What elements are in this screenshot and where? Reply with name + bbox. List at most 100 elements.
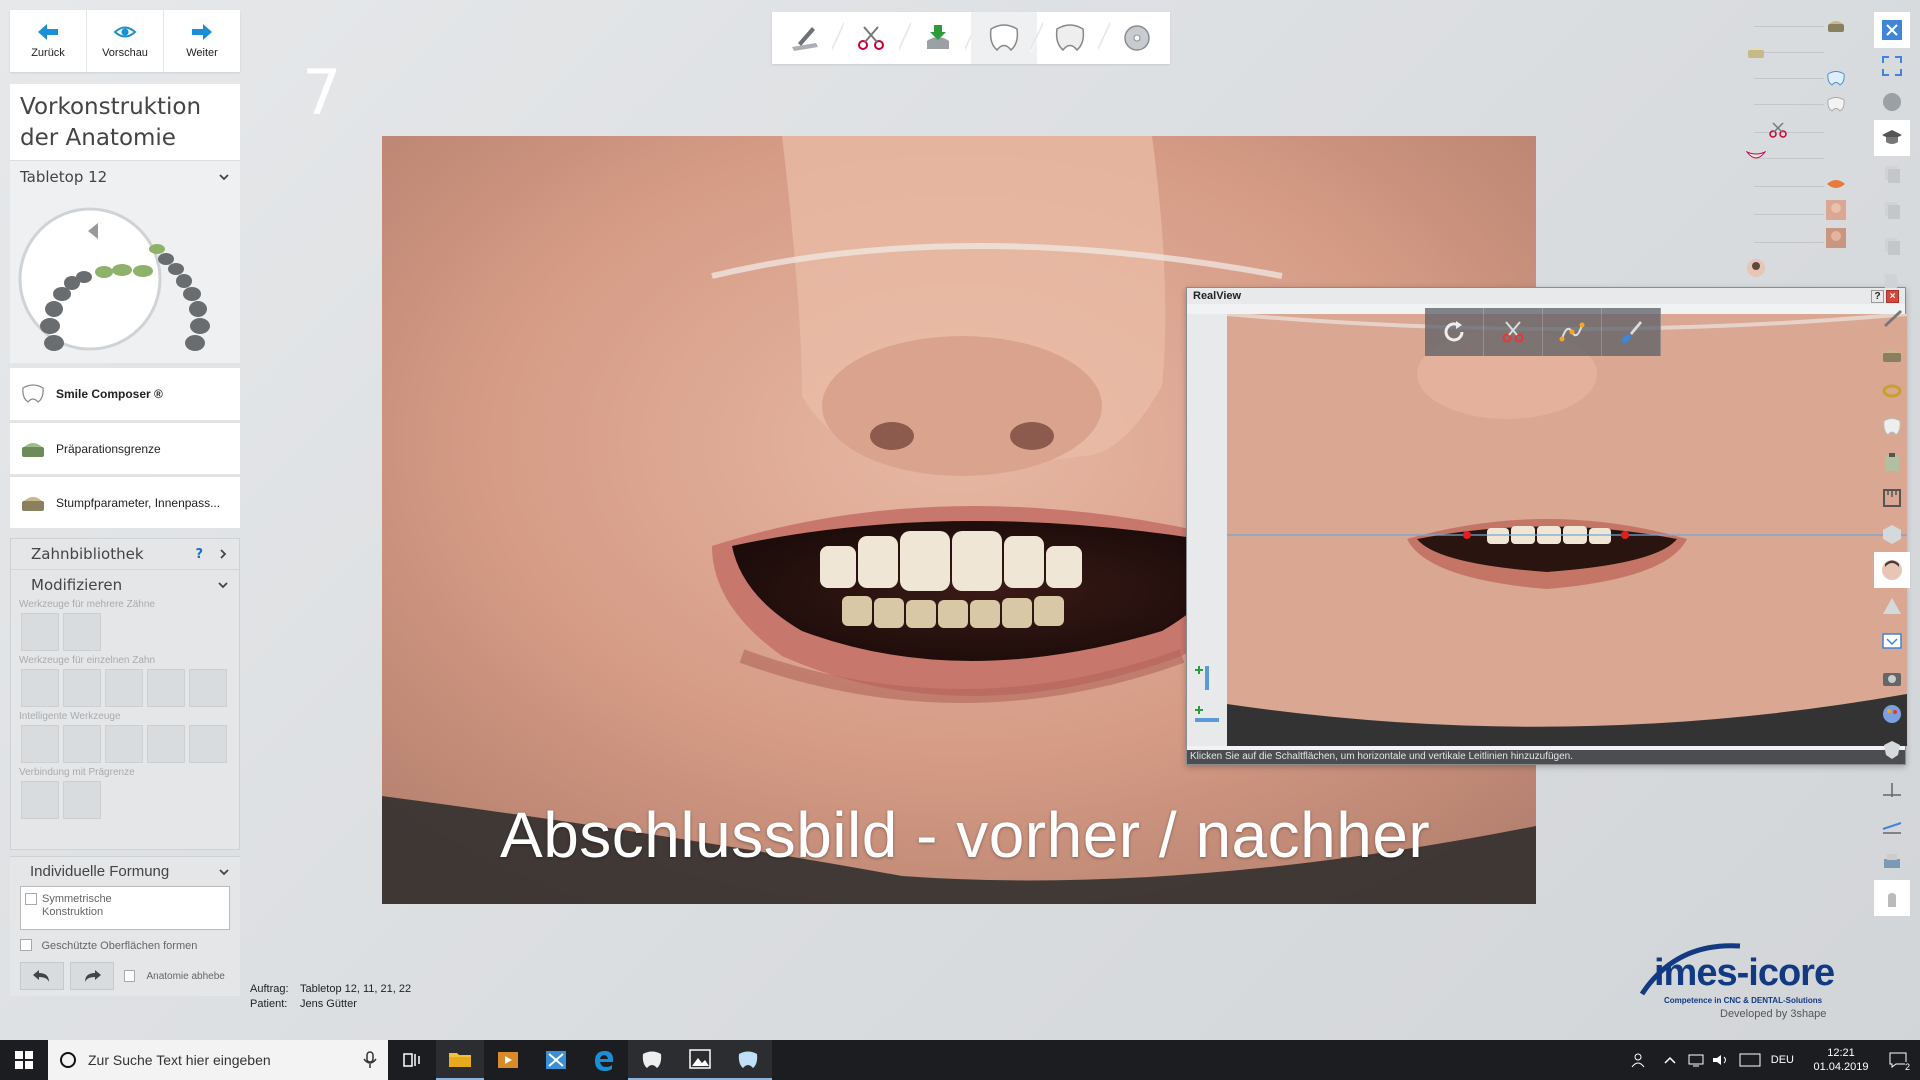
chevron-right-icon xyxy=(220,549,227,559)
redo-button[interactable] xyxy=(69,962,114,990)
file-explorer-button[interactable] xyxy=(436,1040,484,1080)
single-tool-button[interactable] xyxy=(147,669,185,707)
line-tool-button[interactable] xyxy=(1874,808,1910,844)
refresh-button[interactable] xyxy=(1425,308,1484,356)
texture-button[interactable] xyxy=(1874,696,1910,732)
smart-tool-button[interactable] xyxy=(105,725,143,763)
tooth-library-row[interactable]: Zahnbibliothek ? xyxy=(11,539,239,569)
copy-button[interactable] xyxy=(1874,156,1910,192)
single-tool-button[interactable] xyxy=(63,669,101,707)
action-center-button[interactable]: 2 xyxy=(1876,1040,1920,1080)
education-button[interactable] xyxy=(1874,120,1910,156)
slider-track[interactable] xyxy=(1754,132,1824,133)
workflow-margin-line[interactable]: Präparationsgrenze xyxy=(10,422,240,474)
single-tool-button[interactable] xyxy=(105,669,143,707)
design-step-button[interactable] xyxy=(970,12,1044,64)
slider-track[interactable] xyxy=(1754,26,1824,27)
clock[interactable]: 12:21 01.04.2019 xyxy=(1806,1046,1876,1074)
tabletop-dropdown[interactable]: Tabletop 12 xyxy=(10,161,240,193)
brush-button[interactable] xyxy=(1602,308,1661,356)
app-button[interactable] xyxy=(532,1040,580,1080)
keyboard-icon[interactable] xyxy=(1739,1053,1761,1067)
slider-track[interactable] xyxy=(1754,214,1824,215)
language-indicator[interactable]: DEU xyxy=(1771,1054,1794,1066)
taskbar-search[interactable]: Zur Suche Text hier eingeben xyxy=(48,1040,388,1080)
protected-checkbox[interactable] xyxy=(20,938,32,951)
network-icon[interactable] xyxy=(1687,1053,1705,1067)
workflow-smile-composer[interactable]: Smile Composer ® xyxy=(10,368,240,420)
display-button[interactable] xyxy=(1874,624,1910,660)
smart-tool-button[interactable] xyxy=(189,725,227,763)
multi-tool-button[interactable] xyxy=(21,613,59,651)
slider-track[interactable] xyxy=(1754,78,1824,79)
single-tool-button[interactable] xyxy=(189,669,227,707)
copy-button[interactable] xyxy=(1874,264,1910,300)
start-button[interactable] xyxy=(0,1040,48,1080)
multi-tool-button[interactable] xyxy=(63,613,101,651)
photos-button[interactable] xyxy=(676,1040,724,1080)
scan-step-button[interactable] xyxy=(772,12,845,64)
spline-button[interactable] xyxy=(1543,308,1602,356)
protected-surfaces-row[interactable]: Geschützte Oberflächen formen xyxy=(10,930,240,954)
copy-button[interactable] xyxy=(1874,228,1910,264)
dental-arch-selector[interactable] xyxy=(10,193,240,363)
clipboard-button[interactable] xyxy=(1874,444,1910,480)
realview-titlebar[interactable]: RealView ? × xyxy=(1187,288,1905,304)
individual-shaping-row[interactable]: Individuelle Formung xyxy=(10,856,240,886)
task-view-button[interactable] xyxy=(388,1040,436,1080)
cut-step-button[interactable] xyxy=(838,12,912,64)
symmetric-checkbox[interactable] xyxy=(25,893,37,905)
ruler-button[interactable] xyxy=(1874,480,1910,516)
edge-browser-button[interactable] xyxy=(580,1040,628,1080)
preview-button[interactable]: Vorschau xyxy=(87,10,164,72)
realview-photo[interactable] xyxy=(1227,314,1907,746)
tooth-outline-button[interactable] xyxy=(1874,408,1910,444)
people-icon[interactable] xyxy=(1631,1052,1649,1068)
export-step-button[interactable] xyxy=(1104,12,1170,64)
hand-button[interactable] xyxy=(1874,880,1910,916)
face-view-button[interactable] xyxy=(1874,552,1910,588)
add-vertical-line-icon[interactable] xyxy=(1193,664,1221,692)
help-icon[interactable]: ? xyxy=(195,547,203,562)
slider-track[interactable] xyxy=(1754,186,1824,187)
measure-button[interactable] xyxy=(1874,300,1910,336)
smart-tool-button[interactable] xyxy=(63,725,101,763)
single-tool-button[interactable] xyxy=(21,669,59,707)
dental-app-button[interactable] xyxy=(628,1040,676,1080)
windows-taskbar: Zur Suche Text hier eingeben DEU 12:21 0… xyxy=(0,1040,1920,1080)
workflow-die-parameters[interactable]: Stumpfparameter, Innenpass... xyxy=(10,476,240,528)
slider-track[interactable] xyxy=(1754,104,1824,105)
smart-tool-button[interactable] xyxy=(147,725,185,763)
camera-button[interactable] xyxy=(1874,660,1910,696)
model-button[interactable] xyxy=(1874,336,1910,372)
shield-button[interactable] xyxy=(1874,732,1910,768)
printer-button[interactable] xyxy=(1874,844,1910,880)
add-horizontal-line-icon[interactable] xyxy=(1193,704,1221,732)
next-button[interactable]: Weiter xyxy=(164,10,240,72)
warning-button[interactable] xyxy=(1874,588,1910,624)
anatomy-checkbox[interactable] xyxy=(123,970,136,982)
slider-track[interactable] xyxy=(1754,242,1824,243)
volume-icon[interactable] xyxy=(1711,1053,1729,1067)
symmetric-checkbox-row[interactable]: Symmetrische Konstruktion xyxy=(20,886,230,930)
fullscreen-button[interactable] xyxy=(1874,48,1910,84)
modify-row[interactable]: Modifizieren xyxy=(11,569,239,599)
axis-button[interactable] xyxy=(1874,772,1910,808)
copy-button[interactable] xyxy=(1874,192,1910,228)
undo-button[interactable] xyxy=(20,962,64,990)
cut-button[interactable] xyxy=(1484,308,1543,356)
smart-tool-button[interactable] xyxy=(21,725,59,763)
media-player-button[interactable] xyxy=(484,1040,532,1080)
chevron-up-icon[interactable] xyxy=(1663,1055,1677,1065)
view-toggle-button[interactable] xyxy=(1874,84,1910,120)
microphone-icon[interactable] xyxy=(362,1051,378,1069)
dental-viewer-button[interactable] xyxy=(724,1040,772,1080)
ring-button[interactable] xyxy=(1874,372,1910,408)
cube-button[interactable] xyxy=(1874,516,1910,552)
connect-tool-button[interactable] xyxy=(21,781,59,819)
close-view-button[interactable] xyxy=(1874,12,1910,48)
connect-tool-button[interactable] xyxy=(63,781,101,819)
margin-step-button[interactable] xyxy=(905,12,978,64)
finish-step-button[interactable] xyxy=(1037,12,1111,64)
back-button[interactable]: Zurück xyxy=(10,10,87,72)
